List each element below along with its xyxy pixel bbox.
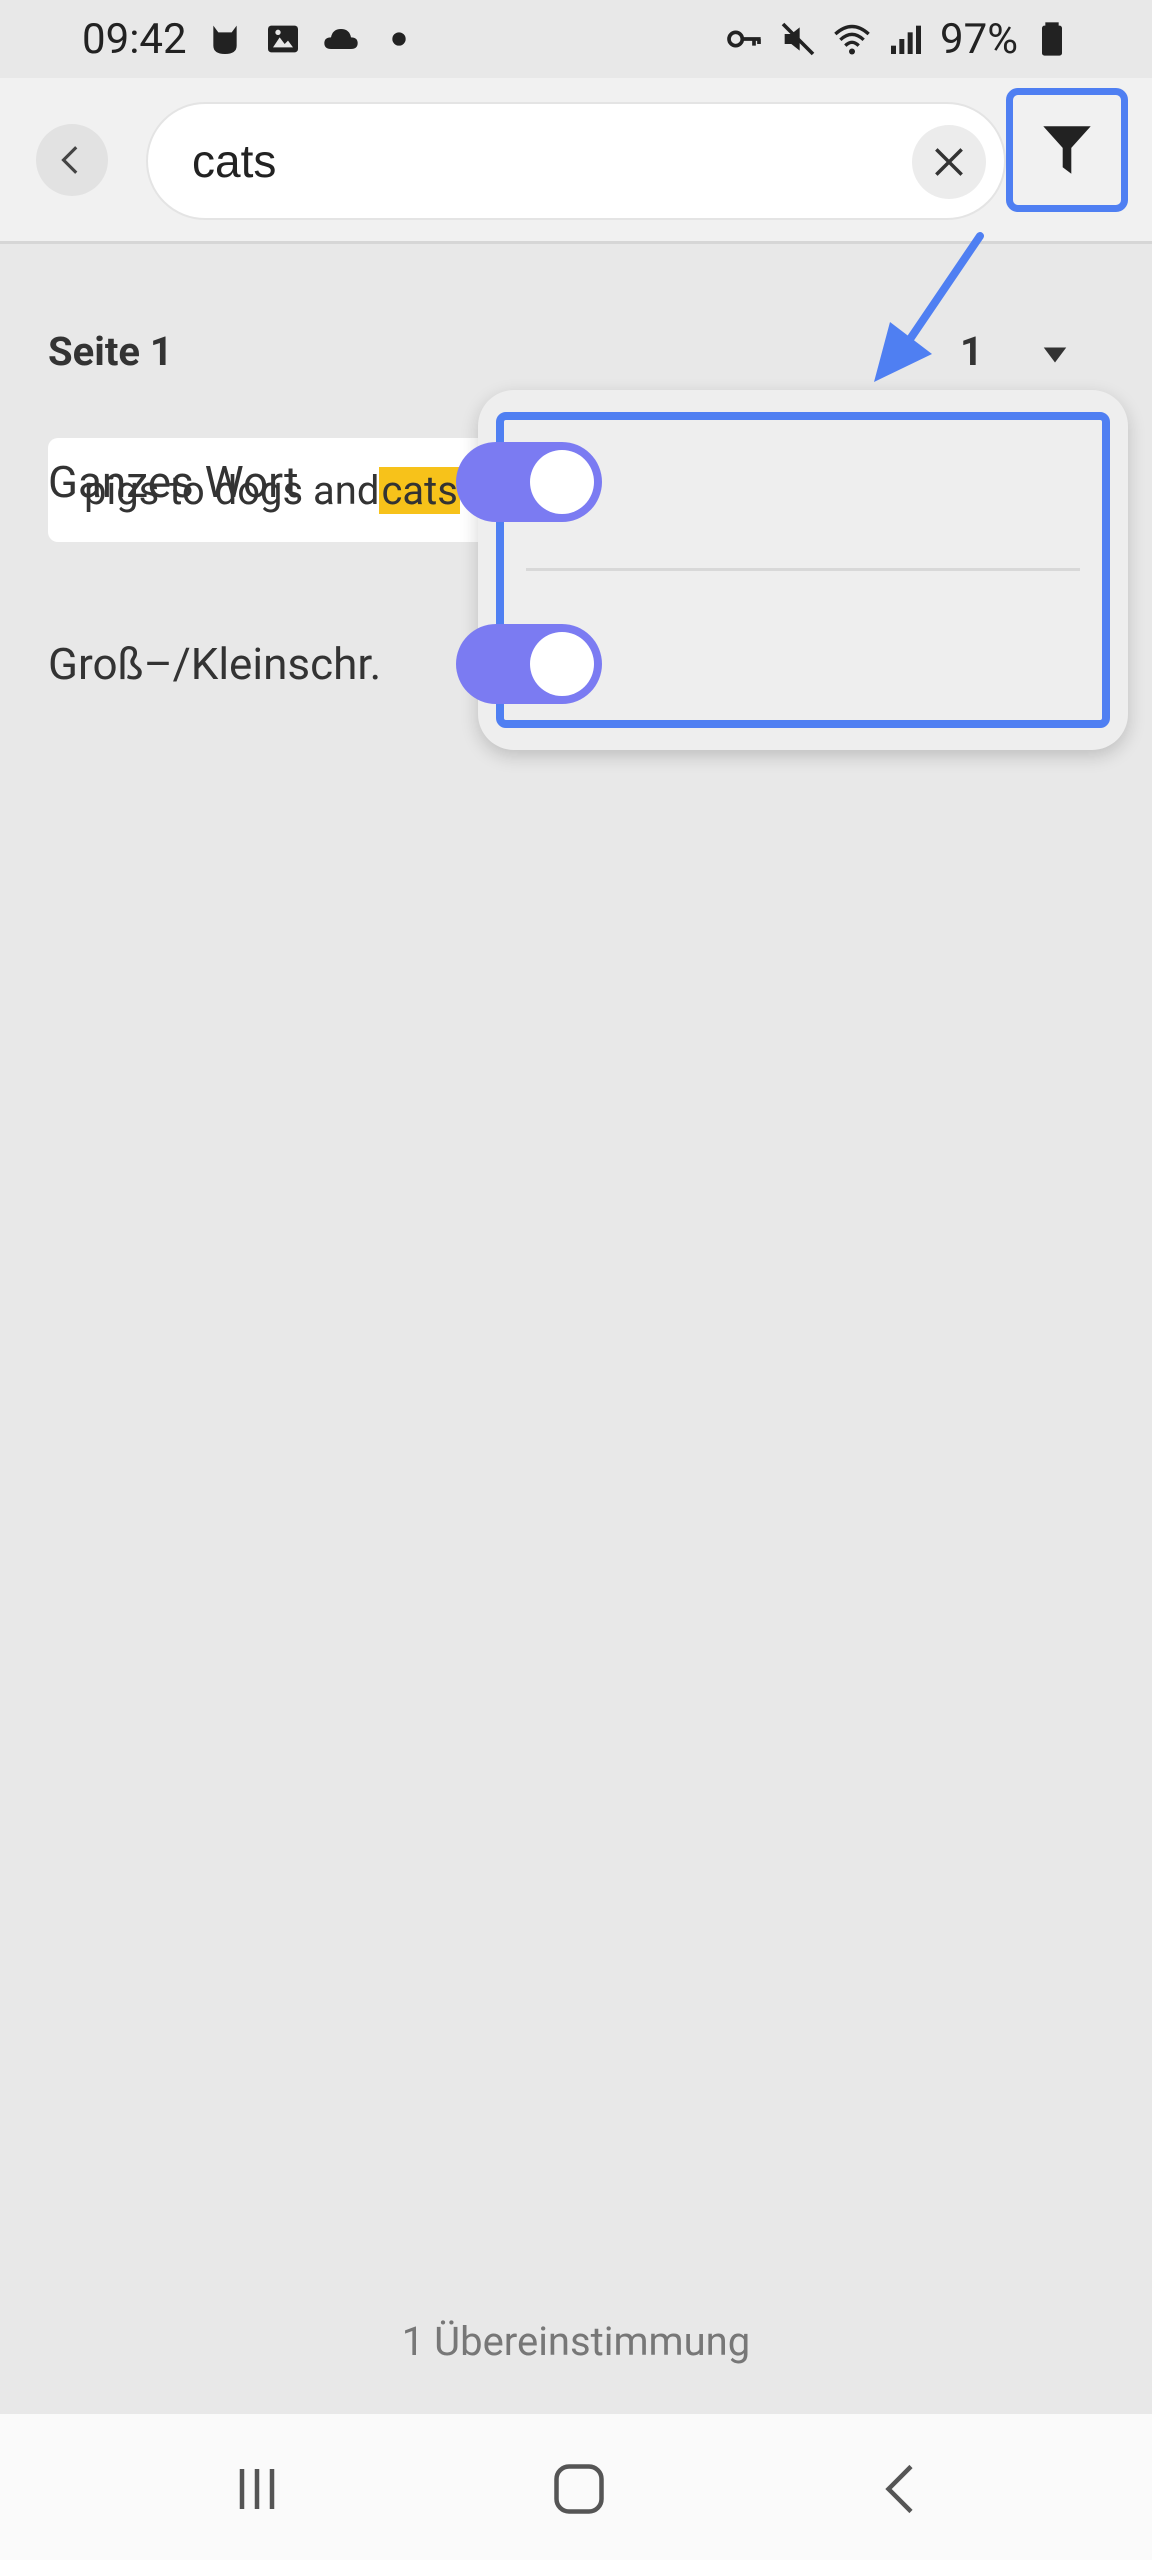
recents-button[interactable] <box>222 2454 292 2524</box>
whole-word-toggle[interactable] <box>456 442 602 522</box>
popup-divider <box>526 568 1080 571</box>
cloud-icon <box>321 19 361 59</box>
nav-back-button[interactable] <box>866 2454 936 2524</box>
battery-percent: 97% <box>940 14 1018 64</box>
cat-icon <box>205 19 245 59</box>
status-time: 09:42 <box>82 14 187 64</box>
status-bar: 09:42 97% <box>0 0 1152 78</box>
home-icon <box>554 2464 604 2514</box>
chevron-left-icon <box>885 2464 913 2514</box>
wifi-icon <box>832 19 872 59</box>
page-label: Seite 1 <box>48 328 173 375</box>
filter-icon <box>1043 126 1091 174</box>
battery-icon <box>1032 19 1072 59</box>
recents-icon <box>239 2469 275 2509</box>
case-sensitive-toggle[interactable] <box>456 624 602 704</box>
filter-button[interactable] <box>1006 88 1128 212</box>
whole-word-option[interactable]: Ganzes Wort <box>48 440 602 524</box>
mute-icon <box>778 19 818 59</box>
key-icon <box>724 19 764 59</box>
search-field[interactable] <box>146 102 1006 220</box>
close-icon <box>935 148 963 176</box>
clear-search-button[interactable] <box>912 125 986 199</box>
search-header <box>0 78 1152 244</box>
case-sensitive-label: Groß–/Kleinschr. <box>48 638 382 690</box>
caret-down-icon[interactable] <box>1040 340 1070 370</box>
navigation-bar <box>0 2414 1152 2560</box>
dot-icon <box>379 19 419 59</box>
image-icon <box>263 19 303 59</box>
home-button[interactable] <box>544 2454 614 2524</box>
chevron-left-icon <box>61 146 78 174</box>
signal-icon <box>886 19 926 59</box>
back-button[interactable] <box>36 124 108 196</box>
whole-word-label: Ganzes Wort <box>48 456 299 508</box>
match-count: 1 Übereinstimmung <box>401 2318 751 2365</box>
toggle-knob <box>530 632 594 696</box>
toggle-knob <box>530 450 594 514</box>
annotation-arrow-icon <box>874 232 984 382</box>
search-input[interactable] <box>192 134 792 188</box>
case-sensitive-option[interactable]: Groß–/Kleinschr. <box>48 622 602 706</box>
